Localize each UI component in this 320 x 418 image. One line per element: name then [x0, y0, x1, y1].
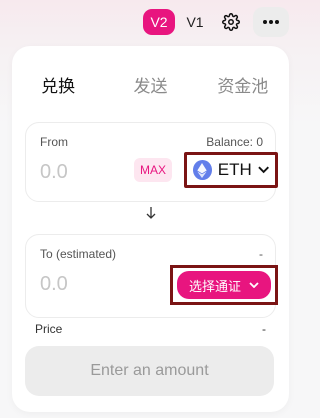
- eth-icon: [193, 160, 212, 180]
- chevron-down-icon: [249, 282, 259, 288]
- max-button[interactable]: MAX: [134, 158, 172, 182]
- tab-pool[interactable]: 资金池: [197, 72, 289, 97]
- gear-icon: [222, 13, 240, 31]
- from-label: From: [40, 135, 68, 149]
- version-v2-button[interactable]: V2: [143, 9, 175, 35]
- price-value: -: [262, 322, 266, 336]
- select-token-highlight: 选择通证: [170, 265, 278, 305]
- settings-button[interactable]: [215, 8, 247, 36]
- to-amount-input[interactable]: 0.0: [40, 273, 68, 296]
- swap-direction-arrow-icon[interactable]: [12, 206, 289, 222]
- balance-label: Balance: 0: [206, 135, 263, 149]
- tab-swap[interactable]: 兑换: [12, 72, 104, 97]
- to-balance-dash: -: [259, 247, 263, 261]
- chevron-down-icon: [258, 166, 269, 174]
- price-label: Price: [35, 322, 63, 336]
- more-dots-icon: [263, 20, 279, 24]
- enter-amount-button[interactable]: Enter an amount: [25, 346, 274, 396]
- select-token-label: 选择通证: [188, 278, 241, 294]
- from-panel: From Balance: 0 0.0 MAX ETH: [25, 122, 278, 202]
- top-bar: V2 V1: [143, 7, 289, 37]
- from-token-selector[interactable]: ETH: [184, 152, 278, 188]
- to-panel: To (estimated) - 0.0 选择通证: [25, 234, 278, 318]
- select-token-button[interactable]: 选择通证: [177, 271, 271, 299]
- swap-card: 兑换 发送 资金池 From Balance: 0 0.0 MAX ETH To: [12, 46, 289, 412]
- version-v1-button[interactable]: V1: [181, 9, 209, 35]
- from-token-symbol: ETH: [217, 160, 252, 179]
- tab-bar: 兑换 发送 资金池: [12, 72, 289, 97]
- tab-send[interactable]: 发送: [104, 72, 196, 97]
- more-options-button[interactable]: [253, 7, 289, 37]
- from-amount-input[interactable]: 0.0: [40, 161, 68, 184]
- to-label: To (estimated): [40, 247, 117, 261]
